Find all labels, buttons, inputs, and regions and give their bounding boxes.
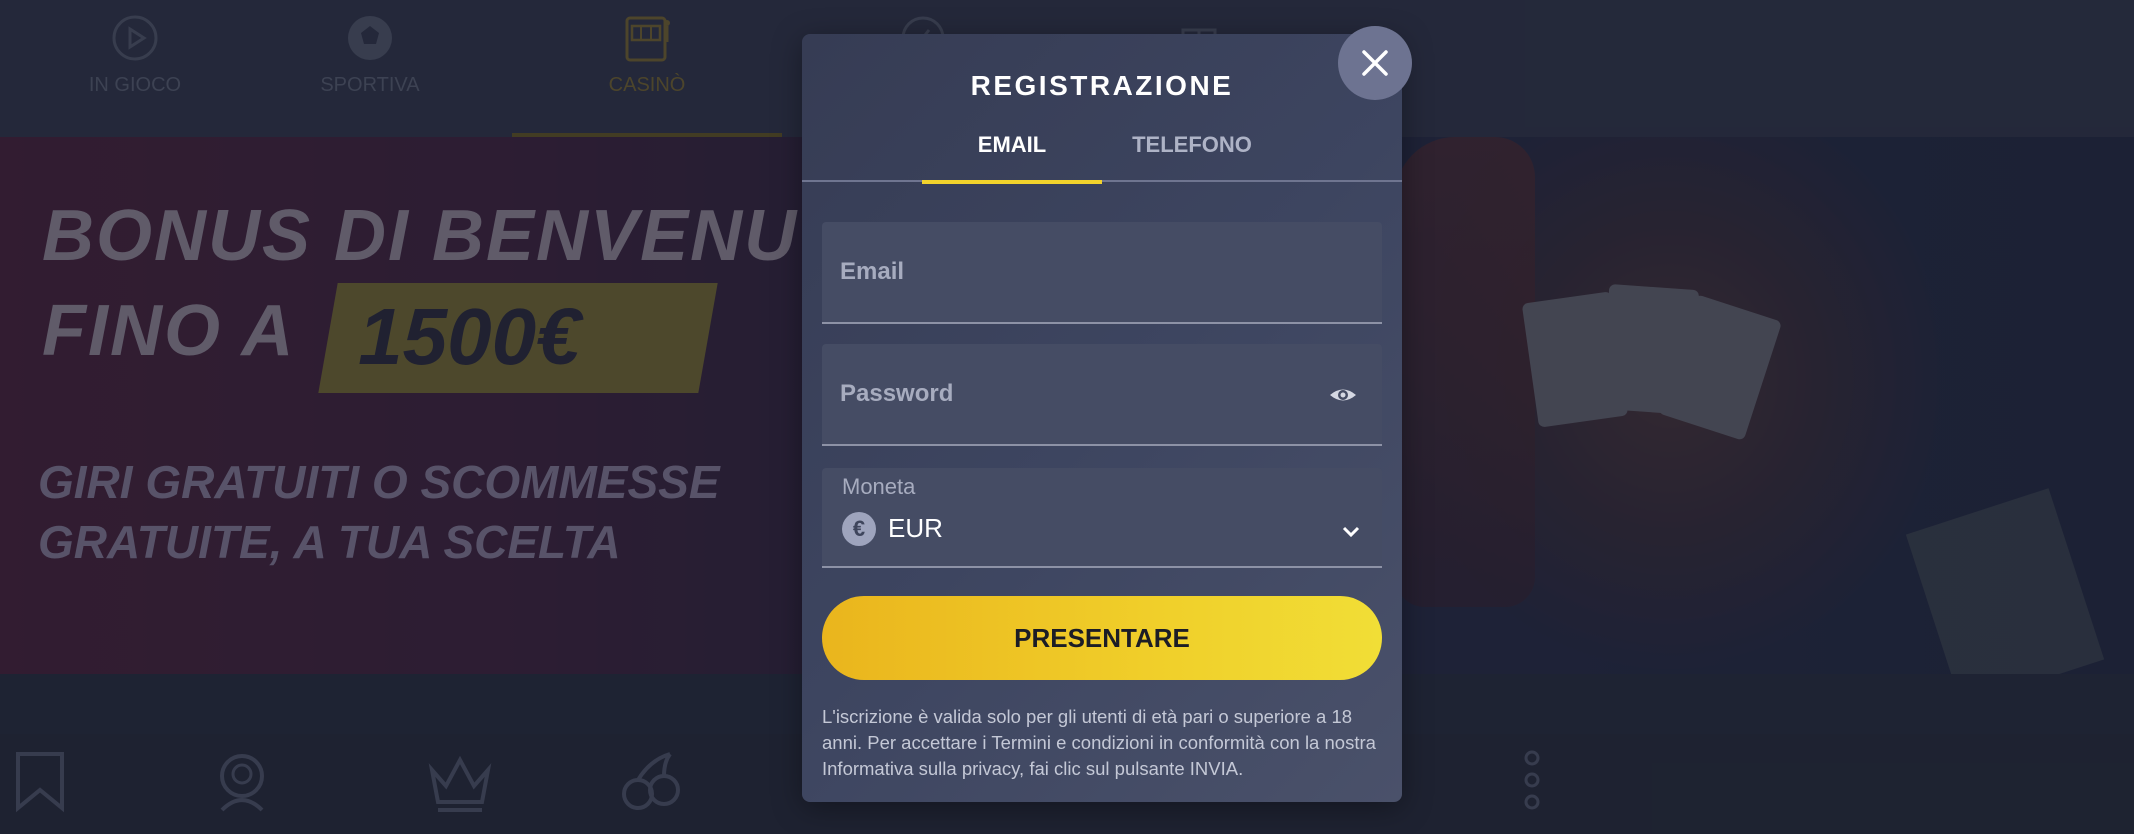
registration-modal: REGISTRAZIONE EMAIL TELEFONO Moneta € EU… — [802, 34, 1402, 802]
euro-icon: € — [842, 512, 876, 546]
chevron-down-icon — [1342, 526, 1360, 538]
email-input[interactable] — [840, 252, 1320, 292]
currency-value: EUR — [888, 513, 943, 543]
close-button[interactable] — [1338, 26, 1412, 100]
tab-email[interactable]: EMAIL — [922, 120, 1102, 184]
modal-title: REGISTRAZIONE — [970, 70, 1234, 101]
registration-tabs: EMAIL TELEFONO — [802, 120, 1402, 184]
password-input[interactable] — [840, 374, 1320, 414]
password-field[interactable] — [822, 344, 1382, 446]
legal-disclaimer: L'iscrizione è valida solo per gli utent… — [822, 706, 1376, 779]
currency-select[interactable]: Moneta € EUR — [822, 468, 1382, 568]
close-icon — [1362, 50, 1388, 76]
email-field[interactable] — [822, 222, 1382, 324]
eye-icon[interactable] — [1328, 380, 1358, 410]
tab-telefono[interactable]: TELEFONO — [1102, 120, 1282, 182]
submit-button[interactable]: PRESENTARE — [822, 596, 1382, 680]
currency-label: Moneta — [842, 474, 916, 499]
